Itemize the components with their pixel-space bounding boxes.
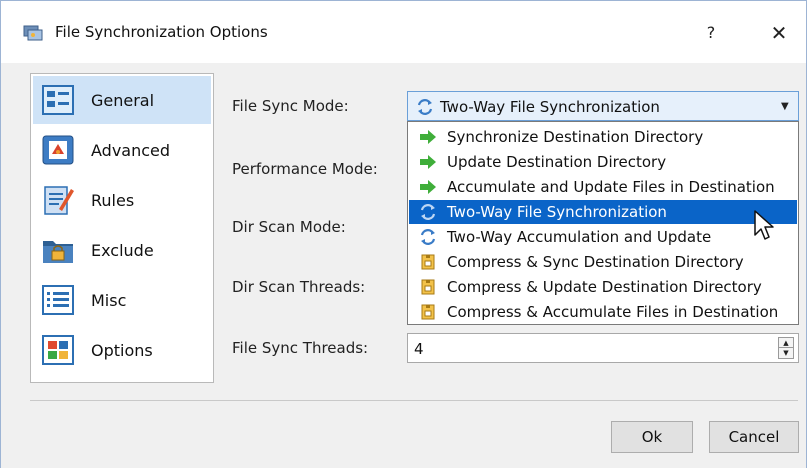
sidebar-item-label: General xyxy=(91,90,155,110)
general-icon xyxy=(42,85,74,115)
divider xyxy=(30,400,798,401)
file-sync-mode-label: File Sync Mode: xyxy=(232,97,349,115)
two-way-sync-icon xyxy=(417,99,433,115)
sidebar-item-label: Misc xyxy=(91,290,127,310)
dropdown-option-label: Compress & Update Destination Directory xyxy=(447,278,762,296)
green-arrow-icon xyxy=(420,130,436,144)
title-bar[interactable]: File Synchronization Options ? ✕ xyxy=(1,1,806,63)
dropdown-option-label: Update Destination Directory xyxy=(447,153,667,171)
archive-icon xyxy=(421,279,435,295)
file-sync-mode-select[interactable]: Two-Way File Synchronization ▼ xyxy=(407,91,799,121)
green-arrow-icon xyxy=(420,180,436,194)
rules-icon xyxy=(44,186,74,215)
archive-icon xyxy=(421,254,435,270)
ok-button[interactable]: Ok xyxy=(611,421,693,453)
dropdown-option-two-way-accumulation[interactable]: Two-Way Accumulation and Update xyxy=(409,225,797,249)
window-title: File Synchronization Options xyxy=(55,23,268,41)
chevron-down-icon[interactable]: ▼ xyxy=(781,101,789,112)
sidebar-item-label: Advanced xyxy=(91,140,171,160)
sidebar-item-rules[interactable]: Rules xyxy=(33,176,211,224)
dir-scan-mode-label: Dir Scan Mode: xyxy=(232,218,346,236)
sidebar-item-misc[interactable]: Misc xyxy=(33,276,211,324)
dropdown-option-compress-sync[interactable]: Compress & Sync Destination Directory xyxy=(409,250,797,274)
dropdown-option-label: Two-Way File Synchronization xyxy=(447,203,667,221)
sidebar-item-label: Options xyxy=(91,340,153,360)
sidebar-item-label: Rules xyxy=(91,190,135,210)
file-sync-mode-dropdown: Synchronize Destination Directory Update… xyxy=(407,121,799,325)
two-way-sync-icon xyxy=(420,204,436,220)
advanced-icon xyxy=(42,135,74,165)
exclude-lock-icon xyxy=(43,241,73,263)
dir-scan-threads-label: Dir Scan Threads: xyxy=(232,278,366,296)
dropdown-option-two-way-sync[interactable]: Two-Way File Synchronization xyxy=(409,200,797,224)
sidebar-item-general[interactable]: General xyxy=(33,76,211,124)
sidebar-item-advanced[interactable]: Advanced xyxy=(33,126,211,174)
close-button[interactable]: ✕ xyxy=(759,13,799,53)
sidebar-item-exclude[interactable]: Exclude xyxy=(33,226,211,274)
dropdown-option-label: Synchronize Destination Directory xyxy=(447,128,704,146)
dropdown-option-compress-accumulate[interactable]: Compress & Accumulate Files in Destinati… xyxy=(409,300,797,324)
dropdown-option-label: Two-Way Accumulation and Update xyxy=(447,228,712,246)
performance-mode-label: Performance Mode: xyxy=(232,160,378,178)
two-way-sync-icon xyxy=(420,229,436,245)
options-grid-icon xyxy=(42,335,74,365)
dropdown-option-compress-update[interactable]: Compress & Update Destination Directory xyxy=(409,275,797,299)
app-icon xyxy=(23,25,43,41)
dialog-body: General Advanced Rules Exclude Misc Opti… xyxy=(1,63,806,468)
dialog-window: File Synchronization Options ? ✕ General xyxy=(0,0,807,468)
file-sync-mode-value: Two-Way File Synchronization xyxy=(440,98,660,116)
spin-down-icon[interactable]: ▼ xyxy=(779,348,793,358)
dropdown-option-label: Compress & Sync Destination Directory xyxy=(447,253,744,271)
file-sync-threads-spinbox[interactable]: 4 ▲ ▼ xyxy=(407,333,799,363)
sidebar-item-label: Exclude xyxy=(91,240,154,260)
mouse-pointer-icon xyxy=(754,210,774,240)
help-button[interactable]: ? xyxy=(691,13,731,53)
sidebar-item-options[interactable]: Options xyxy=(33,326,211,374)
spin-buttons: ▲ ▼ xyxy=(778,337,794,359)
file-sync-threads-value: 4 xyxy=(414,340,424,358)
dropdown-option-synchronize[interactable]: Synchronize Destination Directory xyxy=(409,125,797,149)
file-sync-threads-label: File Sync Threads: xyxy=(232,339,369,357)
dropdown-option-update[interactable]: Update Destination Directory xyxy=(409,150,797,174)
dropdown-option-label: Compress & Accumulate Files in Destinati… xyxy=(447,303,779,321)
archive-icon xyxy=(421,304,435,320)
green-arrow-icon xyxy=(420,155,436,169)
spin-up-icon[interactable]: ▲ xyxy=(779,338,793,348)
misc-list-icon xyxy=(42,285,74,315)
dropdown-option-label: Accumulate and Update Files in Destinati… xyxy=(447,178,775,196)
dropdown-option-accumulate[interactable]: Accumulate and Update Files in Destinati… xyxy=(409,175,797,199)
category-sidebar: General Advanced Rules Exclude Misc Opti… xyxy=(30,73,214,383)
cancel-button[interactable]: Cancel xyxy=(709,421,799,453)
